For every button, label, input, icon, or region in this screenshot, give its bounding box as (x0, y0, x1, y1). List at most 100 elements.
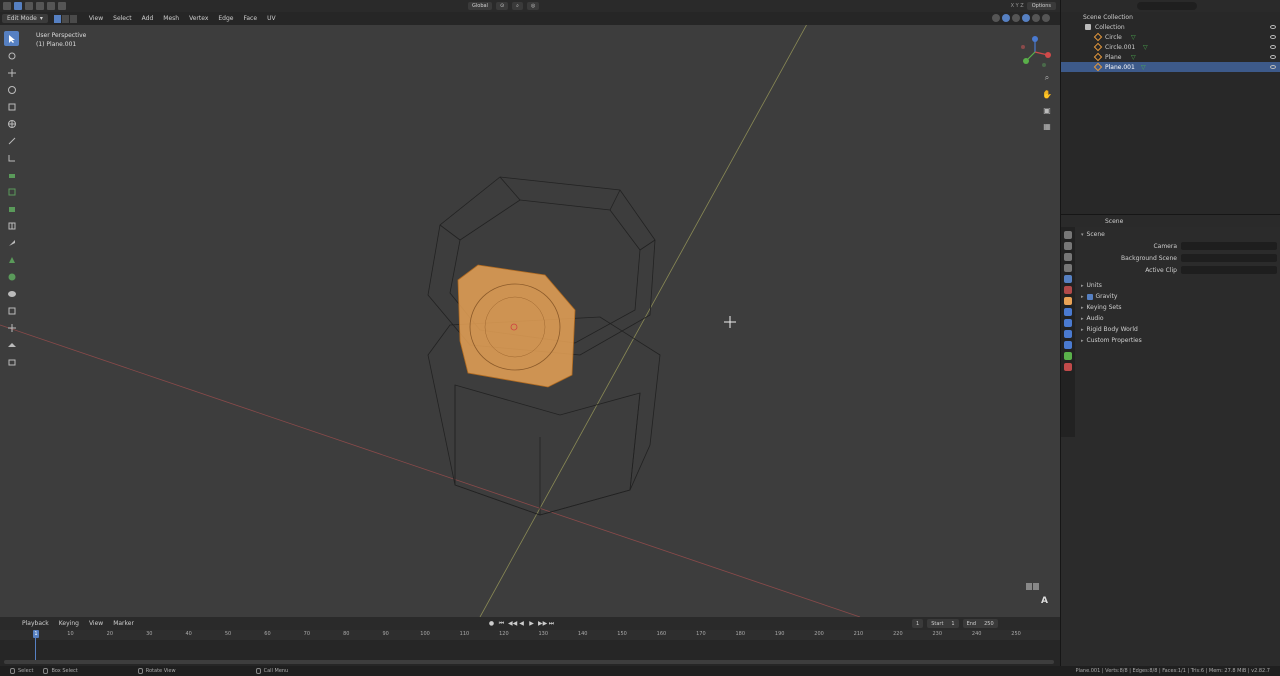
constraints-tab-icon[interactable] (1064, 341, 1072, 349)
edge-select-button[interactable] (61, 14, 69, 23)
select-mode-icon-2[interactable] (36, 2, 44, 10)
world-tab-icon[interactable] (1064, 286, 1072, 294)
section-keying-sets[interactable]: ▸ Keying Sets (1077, 302, 1279, 313)
outliner-item-plane001[interactable]: Plane.001 ▽ (1061, 62, 1280, 72)
select-mode-icon-4[interactable] (58, 2, 66, 10)
physics-tab-icon[interactable] (1064, 330, 1072, 338)
active-clip-field[interactable] (1181, 266, 1277, 274)
rendered-shading-icon[interactable] (1042, 14, 1050, 22)
modifier-tab-icon[interactable] (1064, 308, 1072, 316)
timeline[interactable]: 1102030405060708090100110120130140150160… (0, 630, 1060, 666)
tool-edge-slide[interactable] (4, 303, 19, 318)
data-tab-icon[interactable] (1064, 352, 1072, 360)
vertex-select-button[interactable] (53, 14, 61, 23)
pan-hand-icon[interactable]: ✋ (1041, 88, 1053, 100)
outliner-search-input[interactable] (1137, 2, 1197, 10)
select-box-icon[interactable] (14, 2, 22, 10)
tool-shrink[interactable] (4, 320, 19, 335)
outliner-item-circle001[interactable]: Circle.001 ▽ (1061, 42, 1280, 52)
menu-keying[interactable]: Keying (59, 620, 79, 627)
tool-bevel[interactable] (4, 201, 19, 216)
menu-view[interactable]: View (89, 15, 103, 22)
section-gravity[interactable]: ▸ Gravity (1077, 291, 1279, 302)
tool-shear[interactable] (4, 337, 19, 352)
current-frame-field[interactable]: 1 (912, 619, 924, 628)
output-tab-icon[interactable] (1064, 253, 1072, 261)
navigation-gizmo[interactable] (1018, 35, 1052, 69)
menu-add[interactable]: Add (142, 15, 154, 22)
section-scene[interactable]: ▾ Scene (1077, 229, 1279, 240)
tool-move[interactable] (4, 65, 19, 80)
material-tab-icon[interactable] (1064, 363, 1072, 371)
section-custom-properties[interactable]: ▸ Custom Properties (1077, 335, 1279, 346)
section-audio[interactable]: ▸ Audio (1077, 313, 1279, 324)
eye-icon[interactable] (1270, 45, 1276, 49)
face-select-button[interactable] (69, 14, 77, 23)
section-units[interactable]: ▸ Units (1077, 280, 1279, 291)
playhead[interactable]: 1 (33, 630, 39, 638)
menu-mesh[interactable]: Mesh (163, 15, 179, 22)
menu-select[interactable]: Select (113, 15, 132, 22)
eye-icon[interactable] (1270, 55, 1276, 59)
outliner-collection[interactable]: Collection (1061, 22, 1280, 32)
start-frame-field[interactable]: Start 1 (927, 619, 959, 628)
outliner-item-plane[interactable]: Plane ▽ (1061, 52, 1280, 62)
background-scene-field[interactable] (1181, 254, 1277, 262)
material-shading-icon[interactable] (1032, 14, 1040, 22)
timeline-scrollbar[interactable] (4, 660, 1054, 664)
tool-spin[interactable] (4, 269, 19, 284)
xray-icon[interactable] (1002, 14, 1010, 22)
tool-rotate[interactable] (4, 82, 19, 97)
play-reverse-icon[interactable]: ◀ (518, 620, 525, 627)
zoom-icon[interactable]: ⌕ (1041, 72, 1053, 84)
tool-scale[interactable] (4, 99, 19, 114)
3d-viewport[interactable]: User Perspective (1) Plane.001 ⌕ ✋ ▣ ▦ A (0, 25, 1060, 617)
camera-view-icon[interactable]: ▣ (1041, 104, 1053, 116)
snap-toggle[interactable]: ⌕ (512, 2, 523, 10)
render-tab-icon[interactable] (1064, 242, 1072, 250)
menu-timeline-view[interactable]: View (89, 620, 103, 627)
scene-tab-icon[interactable] (1064, 275, 1072, 283)
eye-icon[interactable] (1270, 35, 1276, 39)
proportional-edit-toggle[interactable]: ◎ (526, 2, 540, 10)
tool-smooth[interactable] (4, 286, 19, 301)
camera-field[interactable] (1181, 242, 1277, 250)
solid-shading-icon[interactable] (1022, 14, 1030, 22)
menu-playback[interactable]: Playback (22, 620, 49, 627)
jump-end-icon[interactable]: ⏭ (548, 620, 555, 627)
prev-key-icon[interactable]: ◀◀ (508, 620, 517, 627)
orientation-dropdown[interactable]: Global (468, 2, 492, 10)
tool-measure[interactable] (4, 150, 19, 165)
frame-ruler[interactable]: 1102030405060708090100110120130140150160… (0, 630, 1060, 640)
pivot-dropdown[interactable]: ⊙ (495, 2, 509, 10)
outliner-item-circle[interactable]: Circle ▽ (1061, 32, 1280, 42)
menu-marker[interactable]: Marker (113, 620, 134, 627)
particles-tab-icon[interactable] (1064, 319, 1072, 327)
tool-select[interactable] (4, 31, 19, 46)
menu-edge[interactable]: Edge (218, 15, 233, 22)
overlay-icon[interactable] (992, 14, 1000, 22)
tool-poly-build[interactable] (4, 252, 19, 267)
tool-rip[interactable] (4, 354, 19, 369)
end-frame-field[interactable]: End 250 (962, 619, 998, 628)
tool-tab-icon[interactable] (1064, 231, 1072, 239)
tool-annotate[interactable] (4, 133, 19, 148)
mode-dropdown[interactable]: Edit Mode ▾ (2, 14, 48, 23)
tool-cursor[interactable] (4, 48, 19, 63)
menu-vertex[interactable]: Vertex (189, 15, 208, 22)
record-icon[interactable]: ● (488, 620, 495, 627)
mirror-axes[interactable]: X Y Z (1011, 3, 1024, 9)
menu-uv[interactable]: UV (267, 15, 276, 22)
jump-start-icon[interactable]: ⏮ (498, 620, 505, 627)
eye-icon[interactable] (1270, 25, 1276, 29)
wireframe-shading-icon[interactable] (1012, 14, 1020, 22)
tool-loop-cut[interactable] (4, 218, 19, 233)
gravity-checkbox[interactable] (1086, 293, 1093, 300)
tool-knife[interactable] (4, 235, 19, 250)
eye-icon[interactable] (1270, 65, 1276, 69)
view-layer-tab-icon[interactable] (1064, 264, 1072, 272)
select-mode-icon-3[interactable] (47, 2, 55, 10)
ortho-grid-icon[interactable]: ▦ (1041, 120, 1053, 132)
menu-face[interactable]: Face (243, 15, 257, 22)
play-icon[interactable]: ▶ (528, 620, 535, 627)
